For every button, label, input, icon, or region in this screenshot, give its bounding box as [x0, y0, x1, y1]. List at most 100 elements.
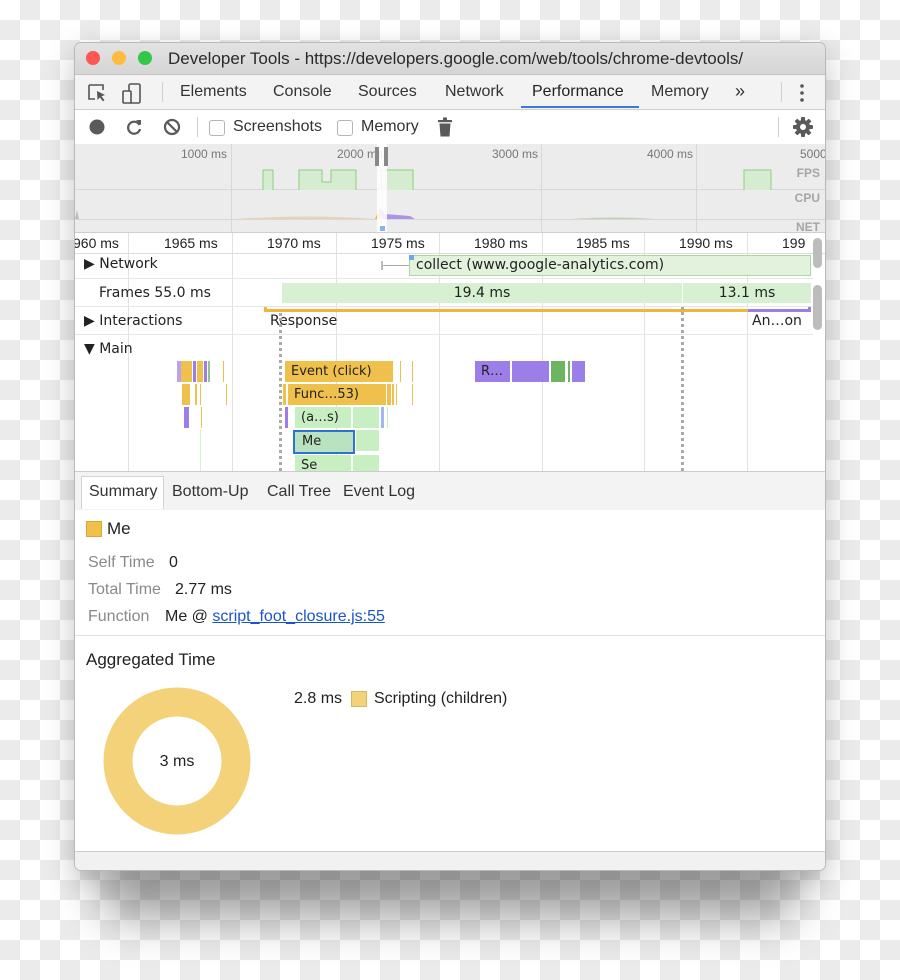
timeline-scrollbar[interactable]	[813, 285, 822, 330]
frame-bar[interactable]: 13.1 ms	[683, 283, 811, 303]
paint-slice[interactable]	[568, 361, 570, 382]
aggregated-time-title: Aggregated Time	[86, 650, 216, 669]
event-click-slice[interactable]: Event (click)	[285, 361, 393, 382]
total-time-label: Total Time	[88, 581, 161, 598]
reload-record-button[interactable]	[125, 118, 143, 141]
legend-value: 2.8 ms	[294, 690, 343, 707]
task-slice[interactable]	[392, 384, 394, 405]
source-location-link[interactable]: script_foot_closure.js:55	[212, 608, 385, 625]
task-slice[interactable]	[381, 407, 384, 428]
task-slice[interactable]	[200, 384, 201, 405]
task-slice[interactable]	[226, 384, 227, 405]
self-time-value: 0	[169, 554, 178, 571]
panel-tab-bar: Elements Console Sources Network Perform…	[75, 75, 825, 110]
separator	[778, 117, 779, 137]
settings-gear-icon[interactable]	[793, 117, 813, 142]
task-slice[interactable]	[412, 361, 413, 382]
tab-bottom-up[interactable]: Bottom-Up	[172, 483, 248, 501]
task-slice[interactable]	[223, 361, 224, 382]
row-separator	[75, 278, 813, 279]
task-slice[interactable]	[283, 384, 286, 405]
task-slice[interactable]	[400, 361, 401, 382]
task-slice[interactable]	[285, 407, 288, 428]
flame-chart[interactable]: 960 ms 1965 ms 1970 ms 1975 ms 1980 ms 1…	[75, 233, 825, 471]
minimize-window-button[interactable]	[112, 51, 126, 65]
selected-item-name: Me	[107, 519, 131, 538]
more-options-kebab-icon[interactable]	[797, 83, 807, 108]
timeline-overview[interactable]: 1000 ms 2000 ms 3000 ms 4000 ms 5000 FPS…	[75, 144, 825, 234]
function-name: Me @	[165, 608, 213, 625]
tab-summary[interactable]: Summary	[81, 476, 165, 509]
frame-bar[interactable]: 19.4 ms	[282, 283, 682, 303]
fps-cpu-graph	[75, 169, 772, 219]
task-slice[interactable]	[387, 384, 391, 405]
network-request-bar[interactable]: collect (www.google-analytics.com)	[409, 255, 811, 276]
selected-me-slice[interactable]: Me	[293, 430, 355, 454]
zoom-window-button[interactable]	[138, 51, 152, 65]
inspect-element-icon[interactable]	[87, 83, 109, 108]
task-slice[interactable]	[197, 361, 203, 382]
function-value: Me @ script_foot_closure.js:55	[165, 608, 385, 626]
paint-slice[interactable]	[551, 361, 565, 382]
function-label: Function	[88, 608, 150, 625]
tab-console[interactable]: Console	[273, 83, 332, 101]
interactions-track-toggle[interactable]: ▶ Interactions	[84, 313, 182, 329]
child-slice[interactable]: Se	[295, 455, 351, 471]
task-slice[interactable]	[195, 384, 197, 405]
grid-line	[232, 233, 233, 471]
network-track-toggle[interactable]: ▶ Network	[84, 256, 158, 272]
close-window-button[interactable]	[86, 51, 100, 65]
layout-slice[interactable]	[512, 361, 549, 382]
selection-handle-left[interactable]	[375, 147, 379, 166]
task-slice[interactable]	[356, 430, 379, 451]
animation-interaction-bar[interactable]	[748, 309, 810, 312]
tab-call-tree[interactable]: Call Tree	[267, 483, 331, 501]
self-time-label: Self Time	[88, 554, 155, 571]
device-toolbar-icon[interactable]	[121, 83, 143, 110]
task-slice[interactable]	[193, 361, 196, 382]
time-tick: 1985 ms	[576, 235, 630, 251]
task-slice[interactable]	[182, 384, 190, 405]
more-tabs-chevron-icon[interactable]: »	[735, 81, 745, 102]
task-slice[interactable]	[387, 407, 388, 428]
tab-performance[interactable]: Performance	[532, 83, 624, 101]
bottom-status-bar	[75, 852, 825, 870]
tab-event-log[interactable]: Event Log	[343, 483, 415, 501]
selection-handle-right[interactable]	[384, 147, 388, 166]
tab-elements[interactable]: Elements	[180, 83, 247, 101]
time-tick: 199	[782, 235, 806, 251]
main-track-label: Main	[99, 341, 133, 357]
task-slice[interactable]	[200, 429, 201, 471]
clear-button[interactable]	[163, 118, 181, 141]
composite-slice[interactable]	[572, 361, 585, 382]
task-slice[interactable]	[353, 407, 379, 428]
record-button[interactable]	[89, 119, 105, 140]
task-slice[interactable]	[396, 384, 397, 405]
task-slice[interactable]	[353, 455, 379, 471]
recalculate-style-slice[interactable]: R…	[475, 361, 510, 382]
task-slice[interactable]	[201, 407, 202, 428]
anonymous-function-slice[interactable]: (a…s)	[295, 407, 351, 428]
time-tick: 1975 ms	[371, 235, 425, 251]
memory-label[interactable]: Memory	[361, 118, 419, 136]
tab-memory[interactable]: Memory	[651, 83, 709, 101]
screenshots-checkbox[interactable]	[209, 120, 225, 136]
task-slice[interactable]	[208, 361, 210, 382]
task-slice[interactable]	[204, 361, 207, 382]
response-interaction-bar[interactable]	[264, 309, 748, 312]
function-call-slice[interactable]: Func…53)	[288, 384, 386, 405]
screenshots-label[interactable]: Screenshots	[233, 118, 322, 136]
task-slice[interactable]	[412, 384, 413, 405]
network-wait-line	[381, 265, 409, 266]
frames-track-label: Frames 55.0 ms	[99, 285, 211, 301]
memory-checkbox[interactable]	[337, 120, 353, 136]
task-slice[interactable]	[184, 407, 189, 428]
legend-label: Scripting (children)	[374, 690, 508, 707]
main-track-toggle[interactable]: ▼ Main	[84, 341, 133, 357]
active-tab-indicator	[521, 106, 639, 108]
network-track-scrollbar[interactable]	[813, 238, 822, 268]
task-slice[interactable]	[181, 361, 192, 382]
tab-sources[interactable]: Sources	[358, 83, 417, 101]
tab-network[interactable]: Network	[445, 83, 504, 101]
trash-icon[interactable]	[438, 117, 452, 142]
